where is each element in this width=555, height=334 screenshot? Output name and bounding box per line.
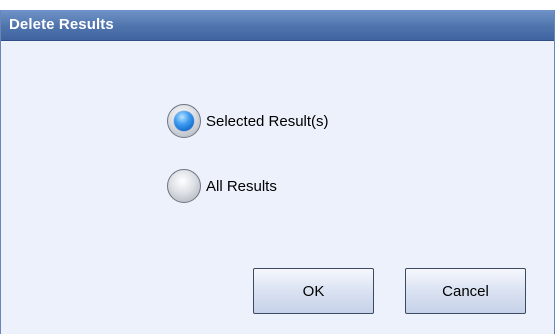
radio-option-selected-results[interactable]: Selected Result(s) [167, 103, 329, 139]
cancel-button[interactable]: Cancel [405, 268, 526, 314]
delete-results-dialog: Delete Results Selected Result(s) All Re… [0, 10, 555, 334]
radio-label-selected-results: Selected Result(s) [206, 112, 329, 130]
radio-label-all-results: All Results [206, 177, 277, 195]
dialog-title-bar: Delete Results [1, 10, 554, 41]
radio-button-all-results[interactable] [167, 169, 201, 203]
radio-option-all-results[interactable]: All Results [167, 168, 277, 204]
radio-button-selected-results[interactable] [167, 104, 201, 138]
radio-selected-dot [174, 111, 194, 131]
ok-button[interactable]: OK [253, 268, 374, 314]
page: Delete Results Selected Result(s) All Re… [0, 0, 555, 334]
dialog-title: Delete Results [9, 16, 114, 33]
